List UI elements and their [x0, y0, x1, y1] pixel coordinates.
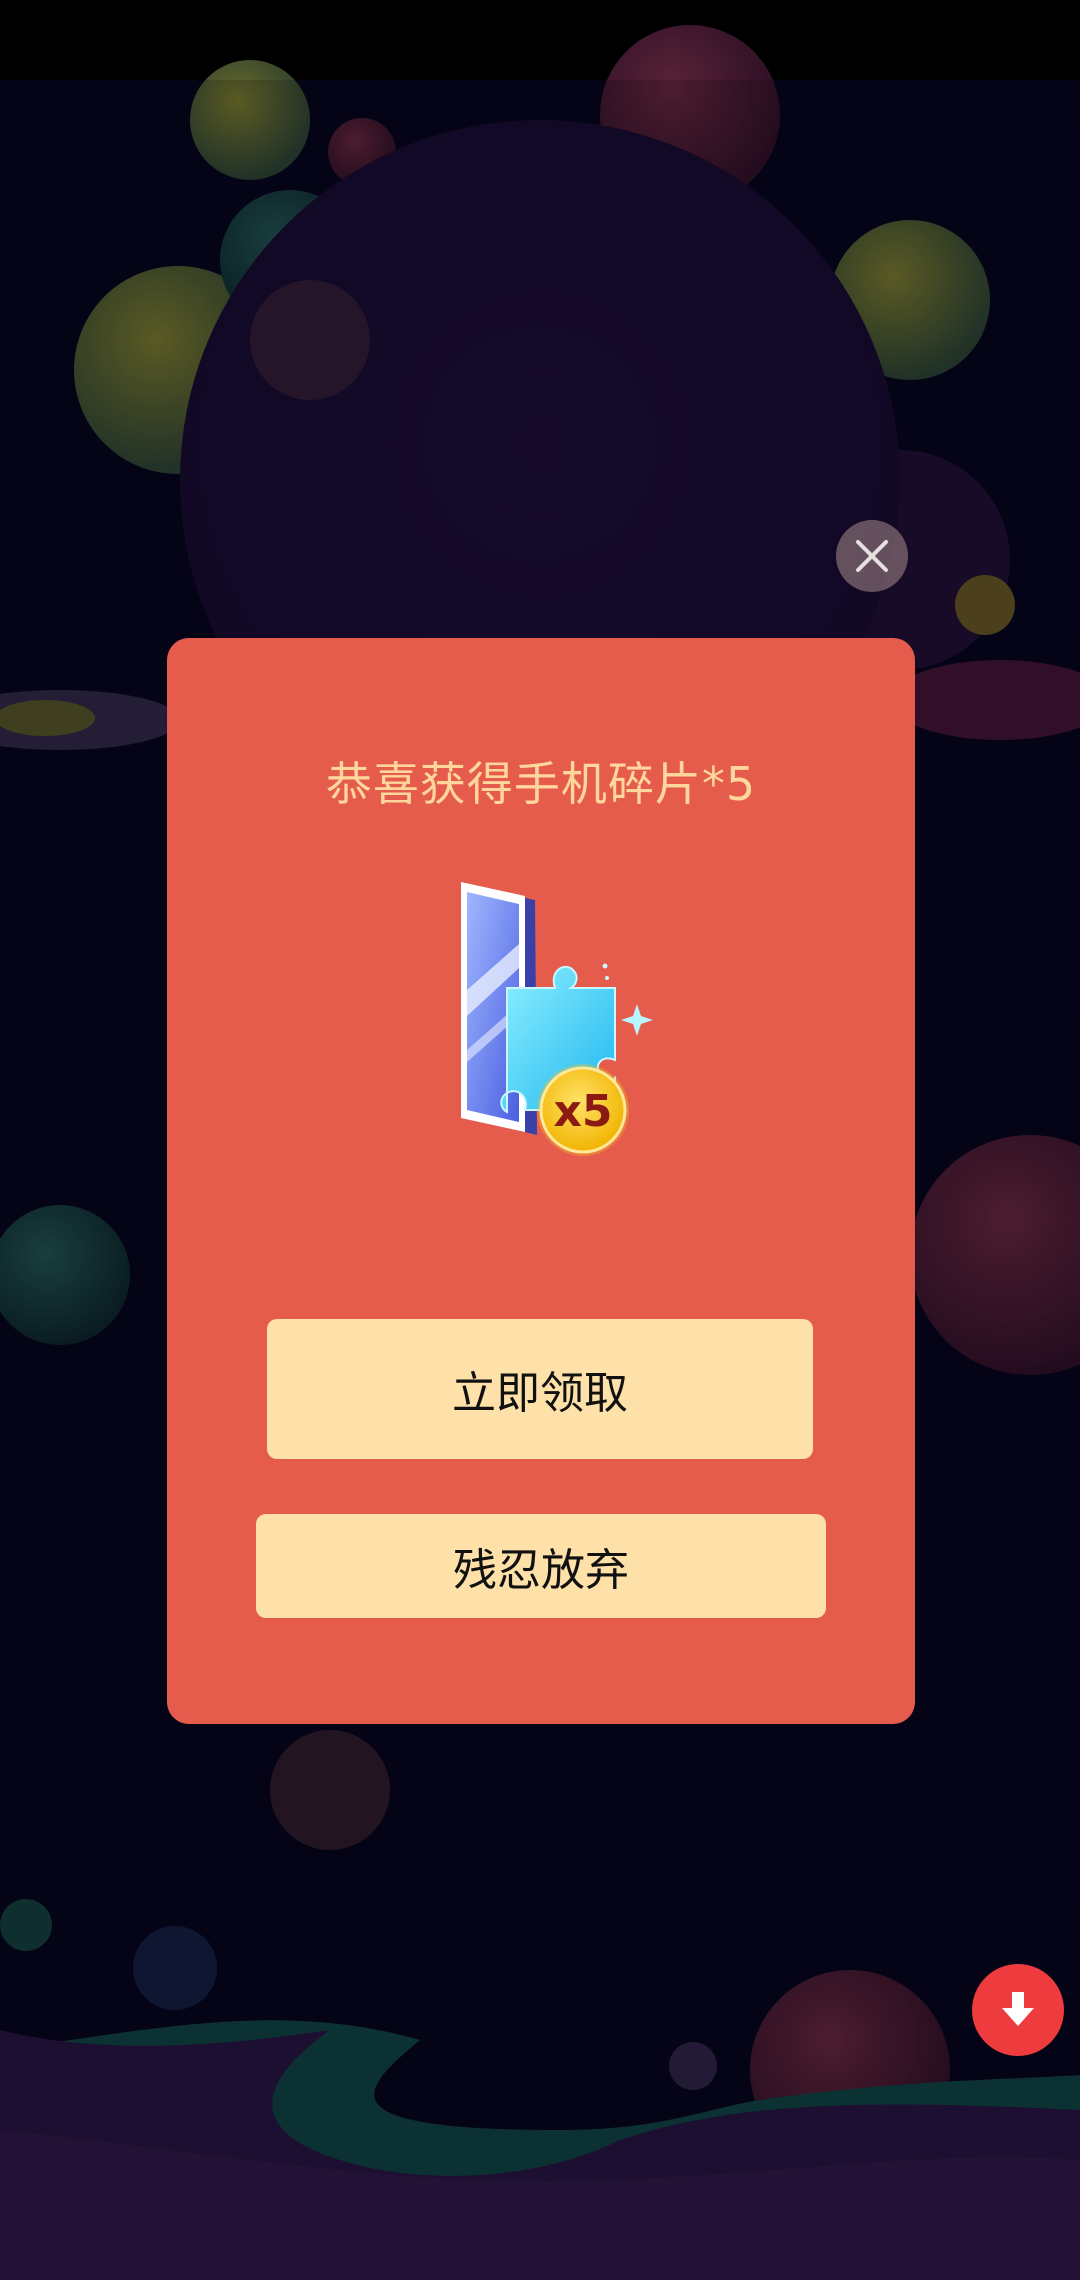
- download-arrow-icon: [1002, 1992, 1034, 2026]
- give-up-label: 残忍放弃: [453, 1545, 629, 1596]
- reward-count-badge: x5: [554, 1086, 613, 1137]
- close-icon: [856, 540, 888, 572]
- reward-dialog: 恭喜获得手机碎片*5 x5 立即领取 残忍放弃: [167, 638, 915, 1724]
- close-button[interactable]: [836, 520, 908, 592]
- give-up-button[interactable]: 残忍放弃: [256, 1514, 826, 1618]
- dialog-title: 恭喜获得手机碎片*5: [325, 757, 757, 811]
- phone-puzzle-fragment-icon: x5: [461, 882, 653, 1156]
- claim-now-label: 立即领取: [452, 1368, 628, 1419]
- claim-now-button[interactable]: 立即领取: [267, 1319, 813, 1459]
- download-button[interactable]: [972, 1964, 1064, 2056]
- screen: 恭喜获得手机碎片*5 x5 立即领取 残忍放弃: [0, 0, 1080, 2280]
